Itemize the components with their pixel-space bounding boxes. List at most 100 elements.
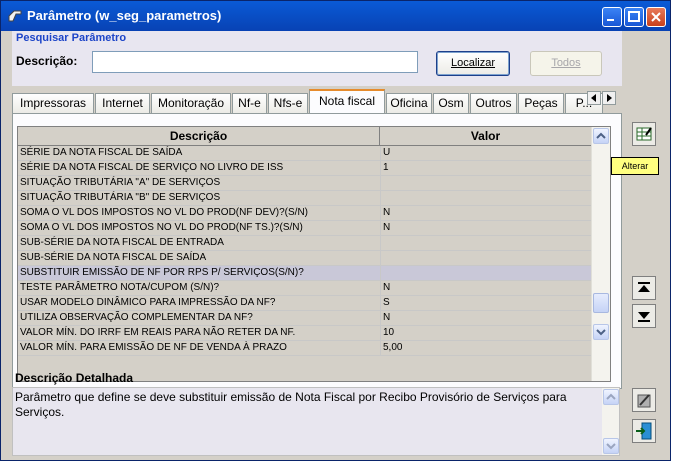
detail-scrollbar[interactable] xyxy=(602,388,619,455)
tab-strip: Impressoras Internet Monitoração Nf-e Nf… xyxy=(12,89,622,114)
chevron-right-icon xyxy=(607,94,612,102)
table-row[interactable]: USAR MODELO DINÂMICO PARA IMPRESSÃO DA N… xyxy=(18,296,592,311)
row-description-cell[interactable]: VALOR MÍN. DO IRRF EM REAIS PARA NÃO RET… xyxy=(20,326,378,340)
edit-parameter-button[interactable] xyxy=(632,122,656,146)
tab-pecas[interactable]: Peças xyxy=(518,93,564,113)
table-row[interactable]: SOMA O VL DOS IMPOSTOS NO VL DO PROD(NF … xyxy=(18,221,592,236)
close-button[interactable] xyxy=(646,7,666,27)
table-row[interactable]: SÉRIE DA NOTA FISCAL DE SERVIÇO NO LIVRO… xyxy=(18,161,592,176)
tab-internet[interactable]: Internet xyxy=(95,93,150,113)
row-value-cell[interactable]: 5,00 xyxy=(380,341,593,355)
scroll-thumb[interactable] xyxy=(593,293,609,313)
exit-button[interactable] xyxy=(632,419,656,443)
chevron-down-icon xyxy=(596,329,606,336)
scroll-down-button[interactable] xyxy=(593,324,609,340)
tab-scroll-left[interactable] xyxy=(587,91,601,105)
row-description-cell[interactable]: UTILIZA OBSERVAÇÃO COMPLEMENTAR DA NF? xyxy=(20,311,378,325)
row-description-cell[interactable]: TESTE PARÂMETRO NOTA/CUPOM (S/N)? xyxy=(20,281,378,295)
scroll-up-button[interactable] xyxy=(593,128,609,144)
table-row[interactable]: VALOR MÍN. DO IRRF EM REAIS PARA NÃO RET… xyxy=(18,326,592,341)
exit-door-icon xyxy=(636,422,652,440)
row-value-cell[interactable]: N xyxy=(380,281,593,295)
todos-label: Todos xyxy=(551,57,581,69)
chevron-down-icon xyxy=(606,443,616,450)
row-value-cell[interactable] xyxy=(380,251,593,265)
row-description-cell[interactable]: SOMA O VL DOS IMPOSTOS NO VL DO PROD(NF … xyxy=(20,206,378,220)
report-button[interactable] xyxy=(632,388,656,412)
row-description-cell[interactable]: SUB-SÉRIE DA NOTA FISCAL DE ENTRADA xyxy=(20,236,378,250)
search-panel: Pesquisar Parâmetro Descrição: Localizar… xyxy=(12,31,622,86)
todos-button[interactable]: Todos xyxy=(530,51,602,76)
localizar-button[interactable]: Localizar xyxy=(436,51,510,76)
minimize-icon xyxy=(607,19,614,21)
move-up-button[interactable] xyxy=(632,276,656,300)
detail-scroll-down-button[interactable] xyxy=(603,438,619,454)
row-description-cell[interactable]: SUBSTITUIR EMISSÃO DE NF POR RPS P/ SERV… xyxy=(20,266,378,280)
tab-scroll-right[interactable] xyxy=(602,91,616,105)
row-value-cell[interactable]: 10 xyxy=(380,326,593,340)
tab-nota-fiscal[interactable]: Nota fiscal xyxy=(309,89,385,114)
tab-osm[interactable]: Osm xyxy=(433,93,469,113)
app-icon xyxy=(8,10,22,22)
table-row[interactable]: SITUAÇÃO TRIBUTÁRIA "A" DE SERVIÇOS xyxy=(18,176,592,191)
grid-rows: SÉRIE DA NOTA FISCAL DE SAÍDA U SÉRIE DA N… xyxy=(18,146,592,356)
row-value-cell[interactable] xyxy=(380,176,593,190)
search-section-title: Pesquisar Parâmetro xyxy=(16,32,127,44)
tab-oficina[interactable]: Oficina xyxy=(386,93,432,113)
tab-impressoras[interactable]: Impressoras xyxy=(12,93,94,113)
client-area: Pesquisar Parâmetro Descrição: Localizar… xyxy=(4,31,667,457)
detail-text: Parâmetro que define se deve substituir … xyxy=(15,390,567,419)
detail-textarea[interactable]: Parâmetro que define se deve substituir … xyxy=(12,387,620,456)
minimize-button[interactable] xyxy=(602,7,622,27)
table-row[interactable]: TESTE PARÂMETRO NOTA/CUPOM (S/N)? N xyxy=(18,281,592,296)
row-value-cell[interactable] xyxy=(380,266,593,280)
tab-nf-e[interactable]: Nf-e xyxy=(232,93,267,113)
column-header-valor[interactable]: Valor xyxy=(380,127,592,145)
table-row[interactable]: SITUAÇÃO TRIBUTÁRIA "B" DE SERVIÇOS xyxy=(18,191,592,206)
row-description-cell[interactable]: SÉRIE DA NOTA FISCAL DE SERVIÇO NO LIVRO… xyxy=(20,161,378,175)
window-title: Parâmetro (w_seg_parametros) xyxy=(27,8,222,23)
parametro-window: Parâmetro (w_seg_parametros) Pesquisar P… xyxy=(0,0,671,461)
row-description-cell[interactable]: VALOR MÍN. PARA EMISSÃO DE NF DE VENDA À… xyxy=(20,341,378,355)
row-description-cell[interactable]: SOMA O VL DOS IMPOSTOS NO VL DO PROD(NF … xyxy=(20,221,378,235)
table-row[interactable]: SÉRIE DA NOTA FISCAL DE SAÍDA U xyxy=(18,146,592,161)
row-description-cell[interactable]: SITUAÇÃO TRIBUTÁRIA "A" DE SERVIÇOS xyxy=(20,176,378,190)
table-row[interactable]: SUB-SÉRIE DA NOTA FISCAL DE SAÍDA xyxy=(18,251,592,266)
tab-nfs-e[interactable]: Nfs-e xyxy=(268,93,308,113)
column-header-descricao[interactable]: Descrição xyxy=(18,127,380,145)
maximize-button[interactable] xyxy=(624,7,644,27)
row-value-cell[interactable]: 1 xyxy=(380,161,593,175)
row-description-cell[interactable]: USAR MODELO DINÂMICO PARA IMPRESSÃO DA N… xyxy=(20,296,378,310)
row-value-cell[interactable] xyxy=(380,191,593,205)
row-description-cell[interactable]: SÉRIE DA NOTA FISCAL DE SAÍDA xyxy=(20,146,378,160)
row-value-cell[interactable]: S xyxy=(380,296,593,310)
tab-outros[interactable]: Outros xyxy=(470,93,517,113)
table-row[interactable]: SUB-SÉRIE DA NOTA FISCAL DE ENTRADA xyxy=(18,236,592,251)
chevron-up-icon xyxy=(606,393,616,400)
detail-scroll-up-button[interactable] xyxy=(603,389,619,405)
grid-vertical-scrollbar[interactable] xyxy=(591,127,610,381)
close-icon xyxy=(651,12,661,22)
table-row[interactable]: VALOR MÍN. PARA EMISSÃO DE NF DE VENDA À… xyxy=(18,341,592,356)
description-input[interactable] xyxy=(92,51,418,73)
row-value-cell[interactable] xyxy=(380,236,593,250)
arrow-down-icon xyxy=(638,312,650,322)
row-value-cell[interactable]: N xyxy=(380,311,593,325)
row-description-cell[interactable]: SITUAÇÃO TRIBUTÁRIA "B" DE SERVIÇOS xyxy=(20,191,378,205)
alterar-tooltip: Alterar xyxy=(611,157,659,175)
row-description-cell[interactable]: SUB-SÉRIE DA NOTA FISCAL DE SAÍDA xyxy=(20,251,378,265)
table-row[interactable]: UTILIZA OBSERVAÇÃO COMPLEMENTAR DA NF? N xyxy=(18,311,592,326)
chevron-up-icon xyxy=(596,132,606,139)
maximize-icon xyxy=(628,11,640,22)
row-value-cell[interactable]: N xyxy=(380,206,593,220)
move-down-button[interactable] xyxy=(632,304,656,328)
row-value-cell[interactable]: N xyxy=(380,221,593,235)
table-row[interactable]: SUBSTITUIR EMISSÃO DE NF POR RPS P/ SERV… xyxy=(18,266,592,281)
parameter-grid[interactable]: Descrição Valor SÉRIE DA NOTA FISCAL DE … xyxy=(17,126,611,382)
detail-panel: Descrição Detalhada Parâmetro que define… xyxy=(12,368,622,456)
row-value-cell[interactable]: U xyxy=(380,146,593,160)
table-row[interactable]: SOMA O VL DOS IMPOSTOS NO VL DO PROD(NF … xyxy=(18,206,592,221)
edit-grid-icon xyxy=(636,127,652,141)
tab-monitoracao[interactable]: Monitoração xyxy=(151,93,231,113)
title-bar[interactable]: Parâmetro (w_seg_parametros) xyxy=(1,1,670,31)
